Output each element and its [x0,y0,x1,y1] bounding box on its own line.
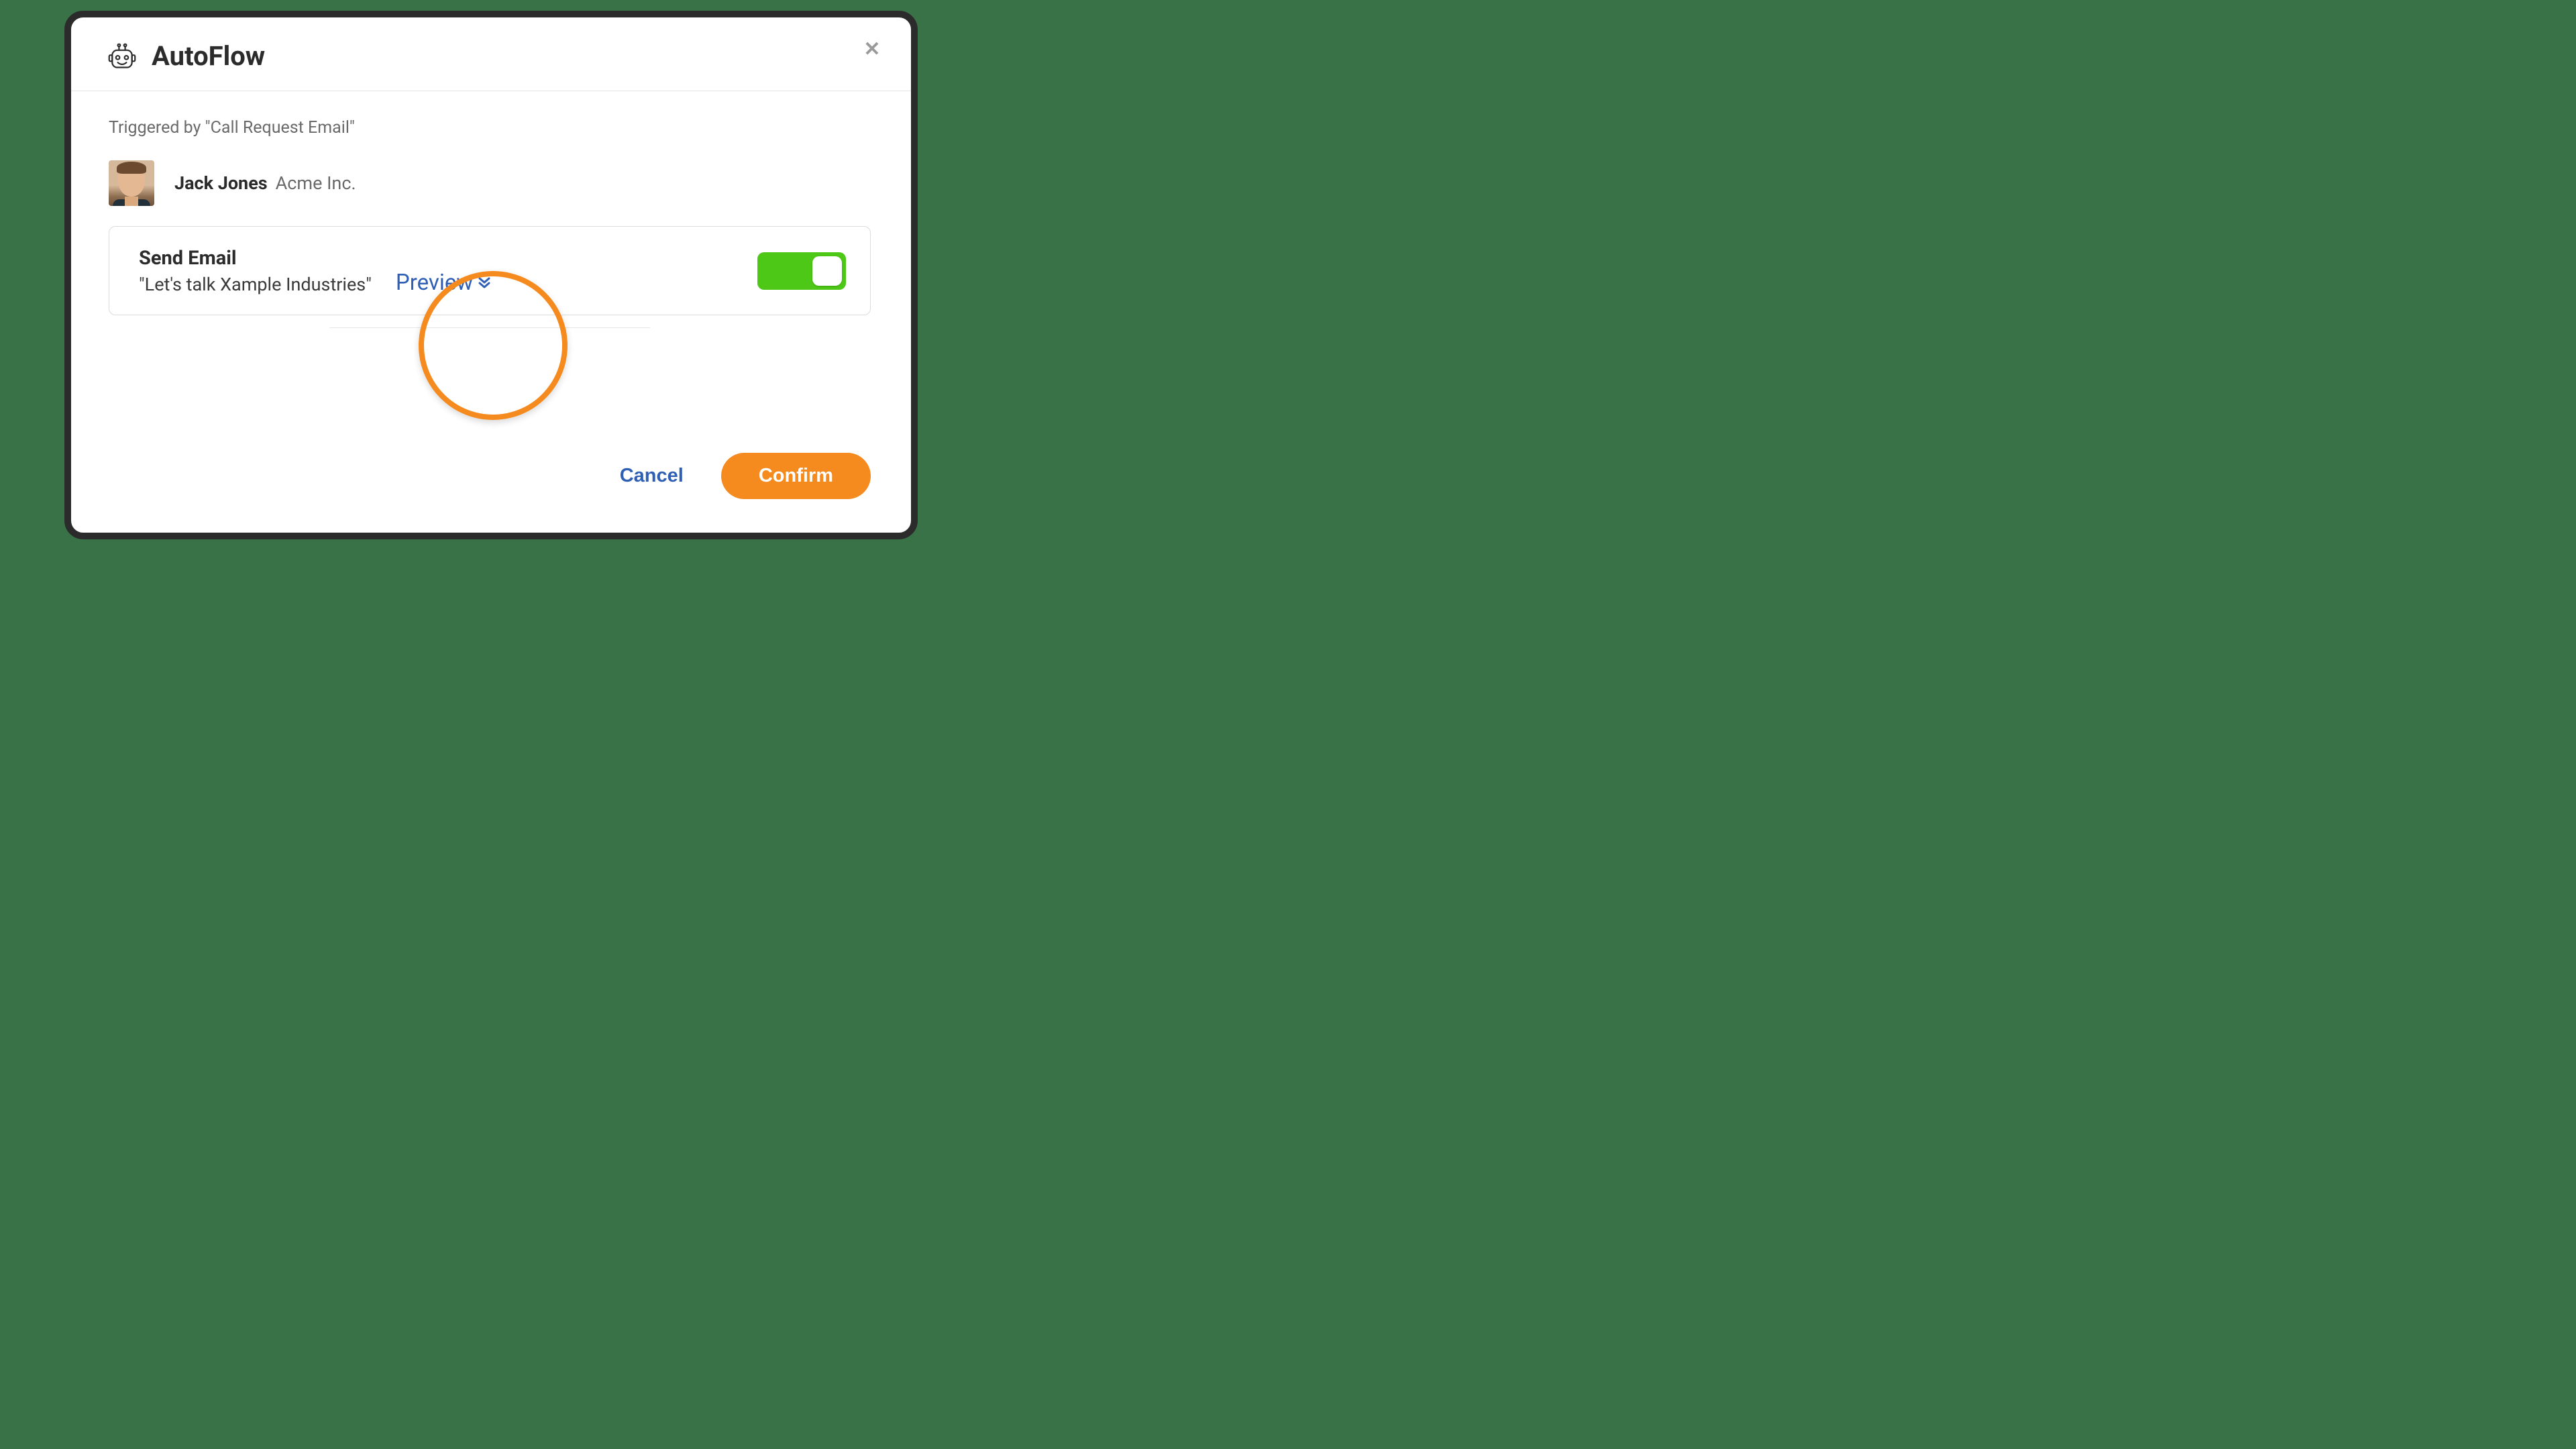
modal-body: Triggered by "Call Request Email" Jack J… [71,91,911,328]
modal-header: AutoFlow ✕ [71,17,911,91]
preview-label: Preview [396,270,473,296]
autoflow-modal: AutoFlow ✕ Triggered by "Call Request Em… [64,11,918,539]
contact-company: Acme Inc. [276,172,356,194]
close-button[interactable]: ✕ [860,38,884,62]
close-icon: ✕ [863,38,880,61]
modal-title: AutoFlow [152,40,265,72]
contact-name: Jack Jones [174,172,268,194]
action-card: Send Email "Let's talk Xample Industries… [109,226,871,315]
separator [329,327,649,328]
cancel-button[interactable]: Cancel [620,465,684,487]
avatar [109,160,154,206]
action-subject: "Let's talk Xample Industries" [139,274,372,295]
action-title: Send Email [139,247,372,270]
contact-row: Jack Jones Acme Inc. [109,160,871,206]
action-text: Send Email "Let's talk Xample Industries… [139,247,372,295]
chevron-double-down-icon [478,277,490,288]
confirm-button[interactable]: Confirm [721,453,871,499]
contact-info: Jack Jones Acme Inc. [174,172,356,194]
robot-icon [107,42,137,71]
enable-toggle[interactable] [757,252,846,290]
action-left: Send Email "Let's talk Xample Industries… [139,246,490,296]
toggle-knob [812,256,842,286]
modal-footer: Cancel Confirm [620,453,871,499]
preview-link[interactable]: Preview [396,270,490,296]
triggered-by-text: Triggered by "Call Request Email" [109,118,871,138]
modal-header-left: AutoFlow [107,40,265,72]
